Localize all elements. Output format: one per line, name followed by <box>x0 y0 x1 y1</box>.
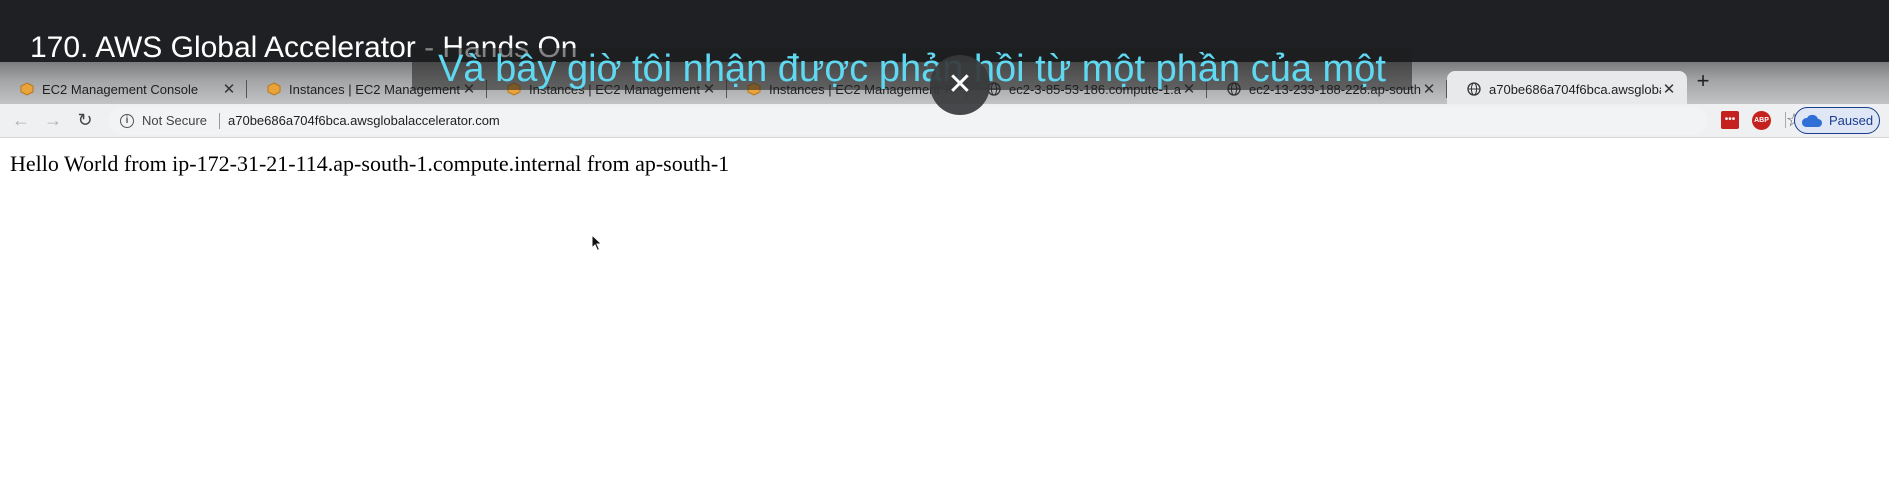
tab-global-accelerator[interactable]: a70be686a704f6bca.awsgloba ✕ <box>1447 71 1687 107</box>
reload-icon[interactable]: ↻ <box>75 110 95 130</box>
adblock-plus-extension-icon[interactable]: ABP <box>1752 111 1771 130</box>
info-icon[interactable]: i <box>120 114 134 128</box>
page-body-text: Hello World from ip-172-31-21-114.ap-sou… <box>10 151 730 176</box>
cloud-icon <box>1801 114 1822 127</box>
password-manager-extension-icon[interactable]: ••• <box>1721 111 1739 129</box>
tab-label: EC2 Management Console <box>42 81 199 97</box>
subtitle-overlay: Và bây giờ tôi nhận được phản hồi từ một… <box>412 48 1412 90</box>
mouse-cursor-icon <box>591 234 603 252</box>
new-tab-plus-icon[interactable]: + <box>1692 70 1714 92</box>
tab-ec2-console[interactable]: EC2 Management Console ✕ <box>0 71 247 107</box>
close-tab-icon[interactable]: ✕ <box>1661 80 1677 98</box>
close-tab-icon[interactable]: ✕ <box>221 80 237 98</box>
address-bar[interactable]: i Not Secure a70be686a704f6bca.awsglobal… <box>108 107 1802 135</box>
url-text[interactable]: a70be686a704f6bca.awsglobalaccelerator.c… <box>228 113 500 128</box>
close-tab-icon[interactable]: ✕ <box>1421 80 1437 98</box>
close-subtitle-icon[interactable]: ✕ <box>930 55 990 115</box>
subtitle-text: Và bây giờ tôi nhận được phản hồi từ một… <box>438 48 1386 90</box>
forward-arrow-icon[interactable]: → <box>43 110 63 130</box>
aws-box-icon <box>267 82 281 96</box>
toolbar-divider <box>1785 112 1786 128</box>
globe-icon <box>1467 82 1481 96</box>
profile-sync-button[interactable]: Paused <box>1794 107 1880 134</box>
tab-label: a70be686a704f6bca.awsgloba <box>1489 81 1661 97</box>
profile-status-label: Paused <box>1829 113 1874 128</box>
back-arrow-icon[interactable]: ← <box>11 110 31 130</box>
not-secure-label[interactable]: Not Secure <box>142 113 207 128</box>
address-bar-divider <box>219 113 220 129</box>
aws-box-icon <box>20 82 34 96</box>
